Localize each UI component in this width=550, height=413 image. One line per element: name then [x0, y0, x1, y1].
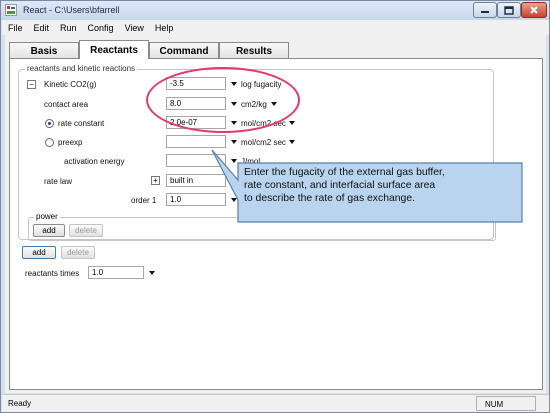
- callout-line: Enter the fugacity of the external gas b…: [244, 167, 445, 178]
- callout-line: to describe the rate of gas exchange.: [244, 193, 415, 204]
- callout-text: Enter the fugacity of the external gas b…: [244, 166, 514, 205]
- callout-bubble: [211, 149, 523, 223]
- callout-line: rate constant, and interfacial surface a…: [244, 180, 436, 191]
